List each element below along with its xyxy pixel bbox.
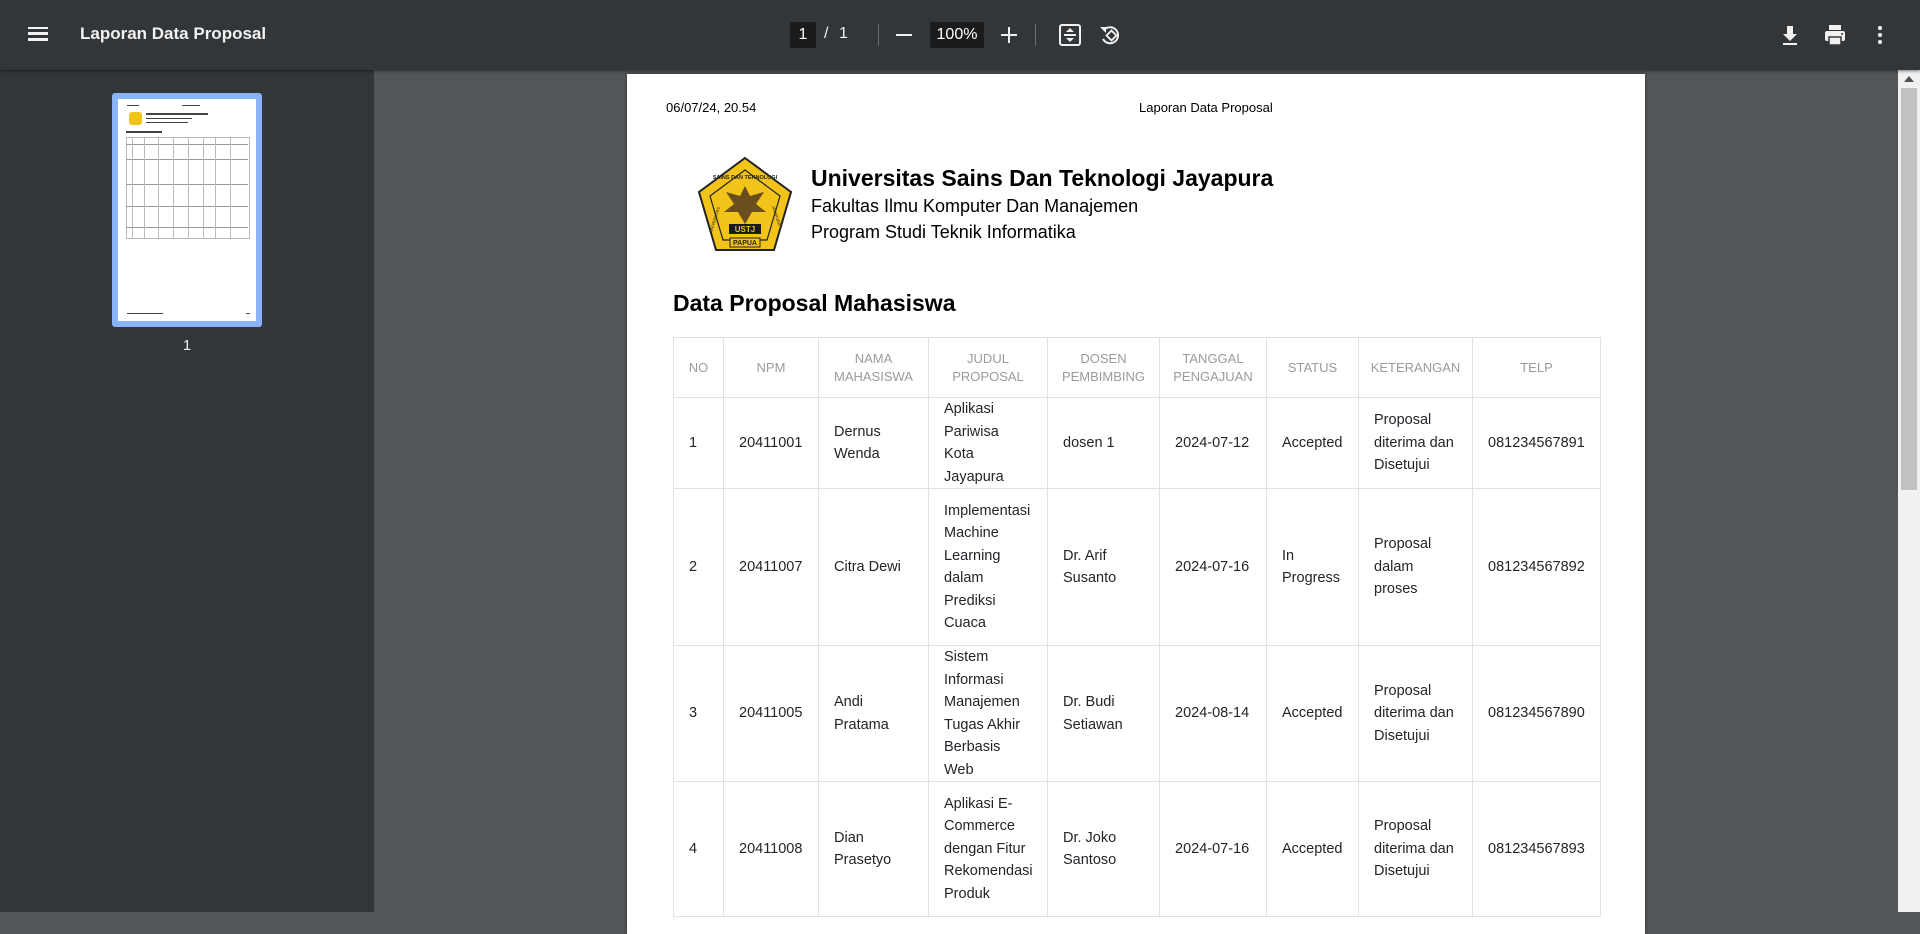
cell-no: 1 bbox=[673, 397, 724, 489]
university-name: Universitas Sains Dan Teknologi Jayapura bbox=[811, 165, 1274, 191]
zoom-input[interactable]: 100% bbox=[930, 22, 984, 48]
print-icon[interactable] bbox=[1821, 21, 1849, 49]
university-logo: SAINS DAN TEKNOLOGI UNIVERSITAS JAYAPURA… bbox=[696, 156, 794, 254]
print-date: 06/07/24, 20.54 bbox=[666, 100, 757, 115]
table-row: 4 20411008 Dian Prasetyo Aplikasi E-Comm… bbox=[673, 781, 1601, 917]
cell-status: In Progress bbox=[1266, 488, 1359, 646]
document-title: Laporan Data Proposal bbox=[80, 24, 267, 43]
scroll-up-icon[interactable] bbox=[1904, 76, 1914, 82]
cell-no: 3 bbox=[673, 645, 724, 782]
download-icon[interactable] bbox=[1776, 21, 1804, 49]
section-title: Data Proposal Mahasiswa bbox=[673, 290, 956, 316]
cell-tanggal: 2024-08-14 bbox=[1159, 645, 1267, 782]
cell-status: Accepted bbox=[1266, 397, 1359, 489]
cell-judul: Aplikasi Pariwisa Kota Jayapura bbox=[928, 397, 1048, 489]
cell-no: 4 bbox=[673, 781, 724, 917]
cell-dosen: Dr. Joko Santoso bbox=[1047, 781, 1160, 917]
page-thumbnail[interactable] bbox=[112, 93, 262, 327]
header-telp: TELP bbox=[1472, 337, 1601, 398]
page-total: 1 bbox=[839, 25, 848, 42]
zoom-in-icon[interactable] bbox=[995, 21, 1023, 49]
rotate-icon[interactable] bbox=[1096, 21, 1124, 49]
cell-judul: Implementasi Machine Learning dalam Pred… bbox=[928, 488, 1048, 646]
cell-dosen: dosen 1 bbox=[1047, 397, 1160, 489]
cell-telp: 081234567891 bbox=[1472, 397, 1601, 489]
print-header-title: Laporan Data Proposal bbox=[1139, 100, 1273, 115]
logo-ustj-text: USTJ bbox=[735, 225, 755, 234]
more-vert-icon[interactable] bbox=[1866, 21, 1894, 49]
header-nama-mahasiswa: NAMA MAHASISWA bbox=[818, 337, 929, 398]
zoom-out-icon[interactable] bbox=[890, 21, 918, 49]
cell-nama: Dernus Wenda bbox=[818, 397, 929, 489]
cell-nama: Dian Prasetyo bbox=[818, 781, 929, 917]
cell-status: Accepted bbox=[1266, 645, 1359, 782]
cell-status: Accepted bbox=[1266, 781, 1359, 917]
cell-tanggal: 2024-07-16 bbox=[1159, 781, 1267, 917]
header-tanggal-pengajuan: TANGGAL PENGAJUAN bbox=[1159, 337, 1267, 398]
header-no: NO bbox=[673, 337, 724, 398]
header-npm: NPM bbox=[723, 337, 819, 398]
table-row: 1 20411001 Dernus Wenda Aplikasi Pariwis… bbox=[673, 397, 1601, 489]
thumbnail-preview bbox=[118, 99, 256, 321]
pdf-page: 06/07/24, 20.54 Laporan Data Proposal SA… bbox=[627, 74, 1645, 934]
table-row: 3 20411005 Andi Pratama Sistem Informasi… bbox=[673, 645, 1601, 782]
cell-no: 2 bbox=[673, 488, 724, 646]
header-dosen-pembimbing: DOSEN PEMBIMBING bbox=[1047, 337, 1160, 398]
fit-page-icon[interactable] bbox=[1056, 21, 1084, 49]
menu-icon[interactable] bbox=[26, 23, 54, 47]
thumbnail-sidebar: 1 bbox=[0, 70, 374, 912]
cell-tanggal: 2024-07-16 bbox=[1159, 488, 1267, 646]
logo-ring-text-top: SAINS DAN TEKNOLOGI bbox=[713, 175, 778, 181]
cell-keterangan: Proposal diterima dan Disetujui bbox=[1358, 397, 1473, 489]
cell-keterangan: Proposal diterima dan Disetujui bbox=[1358, 645, 1473, 782]
cell-keterangan: Proposal diterima dan Disetujui bbox=[1358, 781, 1473, 917]
cell-npm: 20411005 bbox=[723, 645, 819, 782]
faculty-name: Fakultas Ilmu Komputer Dan Manajemen bbox=[811, 196, 1139, 216]
study-program: Program Studi Teknik Informatika bbox=[811, 222, 1076, 242]
pdf-toolbar: Laporan Data Proposal 1 / 1 100% bbox=[0, 0, 1920, 70]
cell-dosen: Dr. Arif Susanto bbox=[1047, 488, 1160, 646]
page-number-input[interactable]: 1 bbox=[790, 22, 816, 48]
cell-telp: 081234567893 bbox=[1472, 781, 1601, 917]
header-status: STATUS bbox=[1266, 337, 1359, 398]
toolbar-divider bbox=[1035, 24, 1036, 46]
cell-judul: Aplikasi E-Commerce dengan Fitur Rekomen… bbox=[928, 781, 1048, 917]
cell-nama: Andi Pratama bbox=[818, 645, 929, 782]
cell-npm: 20411007 bbox=[723, 488, 819, 646]
cell-dosen: Dr. Budi Setiawan bbox=[1047, 645, 1160, 782]
scrollbar-thumb[interactable] bbox=[1901, 88, 1917, 490]
page-separator: / bbox=[824, 25, 829, 42]
proposal-table: NO NPM NAMA MAHASISWA JUDUL PROPOSAL DOS… bbox=[673, 337, 1601, 917]
logo-papua-text: PAPUA bbox=[733, 240, 757, 247]
cell-npm: 20411008 bbox=[723, 781, 819, 917]
cell-judul: Sistem Informasi Manajemen Tugas Akhir B… bbox=[928, 645, 1048, 782]
cell-tanggal: 2024-07-12 bbox=[1159, 397, 1267, 489]
header-judul-proposal: JUDUL PROPOSAL bbox=[928, 337, 1048, 398]
cell-telp: 081234567890 bbox=[1472, 645, 1601, 782]
cell-npm: 20411001 bbox=[723, 397, 819, 489]
thumbnail-page-number: 1 bbox=[182, 337, 192, 354]
cell-keterangan: Proposal dalam proses bbox=[1358, 488, 1473, 646]
cell-telp: 081234567892 bbox=[1472, 488, 1601, 646]
toolbar-divider bbox=[878, 24, 879, 46]
table-header-row: NO NPM NAMA MAHASISWA JUDUL PROPOSAL DOS… bbox=[673, 337, 1601, 398]
table-row: 2 20411007 Citra Dewi Implementasi Machi… bbox=[673, 488, 1601, 646]
header-keterangan: KETERANGAN bbox=[1358, 337, 1473, 398]
vertical-scrollbar[interactable] bbox=[1898, 70, 1920, 912]
cell-nama: Citra Dewi bbox=[818, 488, 929, 646]
